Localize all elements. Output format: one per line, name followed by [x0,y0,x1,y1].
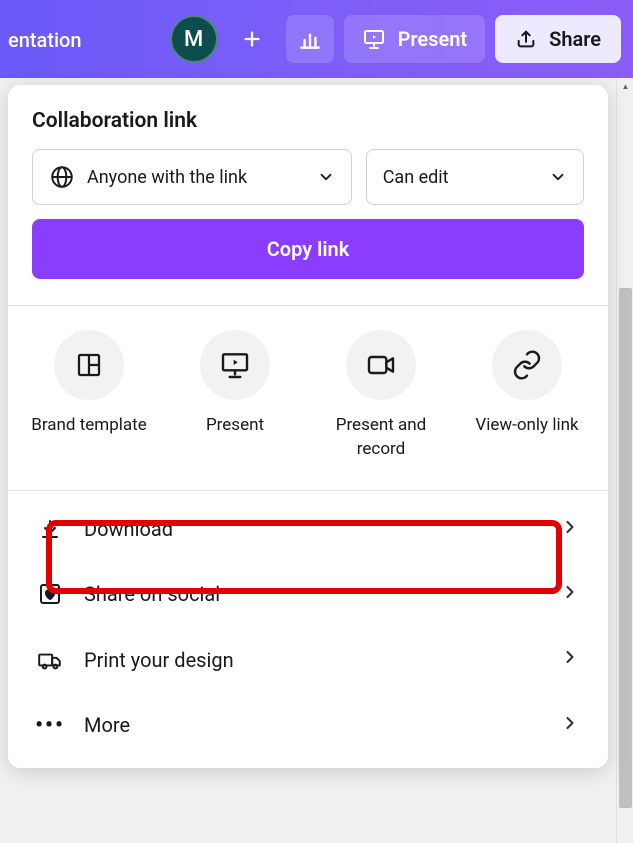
chart-icon [297,26,323,52]
action-label: View-only link [475,414,578,438]
share-label: Share [549,27,601,51]
layout-icon [74,350,104,380]
avatar[interactable]: M [170,15,218,63]
avatar-initial: M [184,27,203,52]
present-action[interactable]: Present [166,330,304,462]
print-design-item[interactable]: Print your design [8,627,608,693]
download-item[interactable]: Download [8,497,608,562]
chevron-right-icon [560,647,580,667]
analytics-button[interactable] [286,15,334,63]
globe-icon [49,164,75,190]
download-icon [38,517,62,541]
access-label: Anyone with the link [87,167,247,188]
topbar: entation M Present Share [0,0,633,78]
topbar-title-fragment: entation [0,28,82,52]
chevron-right-icon [560,713,580,733]
presentation-icon [219,349,251,381]
chevron-right-icon [560,517,580,537]
action-label: Present [206,414,264,438]
action-label: Brand template [31,414,146,438]
permission-selector[interactable]: Can edit [366,149,584,205]
scrollbar[interactable]: ▲ [616,78,633,843]
menu-label: Print your design [84,648,540,672]
presentation-icon [362,27,386,51]
share-social-item[interactable]: Share on social [8,562,608,627]
brand-template-action[interactable]: Brand template [20,330,158,462]
present-label: Present [398,27,468,51]
access-selector[interactable]: Anyone with the link [32,149,352,205]
video-icon [365,349,397,381]
menu-list: Download Share on social [8,491,608,768]
scrollbar-thumb[interactable] [619,288,632,808]
plus-icon [241,28,263,50]
share-button[interactable]: Share [495,15,621,63]
more-item[interactable]: ••• More [8,693,608,758]
heart-icon [38,582,62,606]
panel-title: Collaboration link [32,109,584,133]
link-icon [511,349,543,381]
truck-icon [37,647,63,673]
permission-label: Can edit [383,167,449,188]
upload-icon [515,28,537,50]
menu-label: Download [84,517,540,541]
menu-label: Share on social [84,582,540,606]
dots-icon: ••• [36,713,64,738]
chevron-down-icon [549,168,567,186]
chevron-right-icon [560,582,580,602]
action-grid: Brand template Present Present and rec [8,306,608,490]
scroll-up-arrow-icon[interactable]: ▲ [617,78,633,95]
present-button[interactable]: Present [344,15,486,63]
action-label: Present and record [312,414,450,462]
view-only-link-action[interactable]: View-only link [458,330,596,462]
menu-label: More [84,713,540,737]
copy-link-button[interactable]: Copy link [32,219,584,279]
share-panel: Collaboration link Anyone with the link … [8,85,608,768]
present-record-action[interactable]: Present and record [312,330,450,462]
chevron-down-icon [317,168,335,186]
add-user-button[interactable] [228,15,276,63]
